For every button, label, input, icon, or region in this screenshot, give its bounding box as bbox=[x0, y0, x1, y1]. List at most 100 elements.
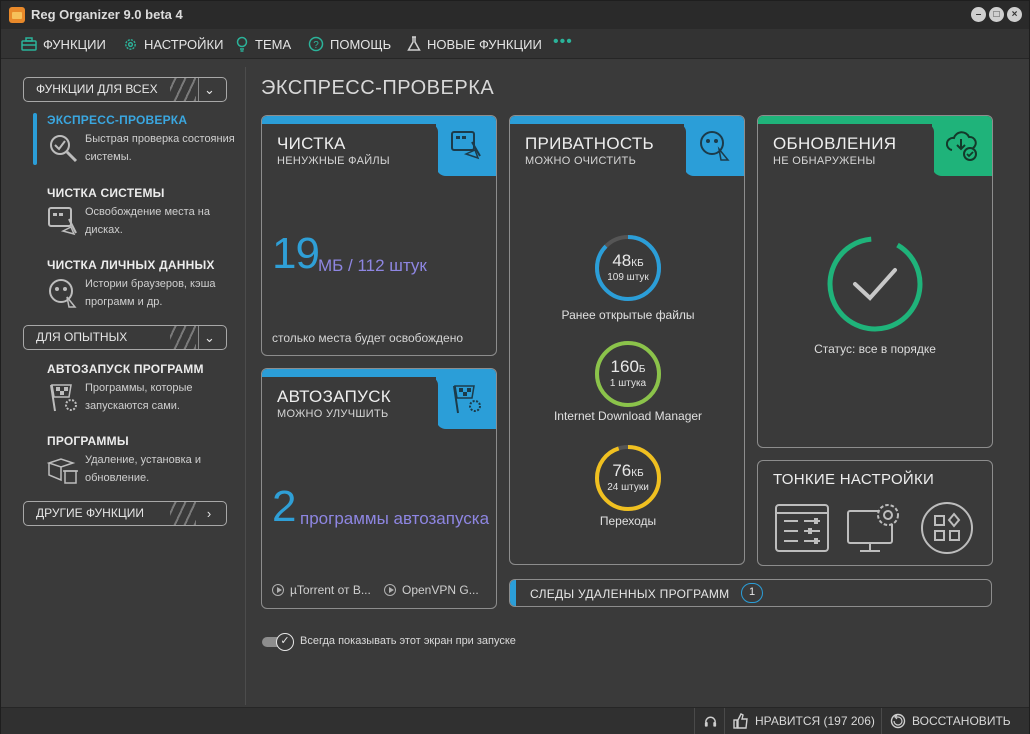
menu-help[interactable]: ? ПОМОЩЬ bbox=[308, 35, 391, 53]
menu-new-features[interactable]: НОВЫЕ ФУНКЦИИ bbox=[407, 35, 542, 53]
minimize-button[interactable]: – bbox=[971, 7, 986, 22]
status-ok-ring-icon bbox=[827, 236, 923, 332]
menu-theme[interactable]: ТЕМА bbox=[235, 35, 291, 53]
card-title: ОБНОВЛЕНИЯ bbox=[773, 134, 897, 153]
startup-app-name: µTorrent от B... bbox=[290, 583, 371, 597]
group-for-experts-label: ДЛЯ ОПЫТНЫХ bbox=[36, 330, 128, 344]
group-for-everyone-label: ФУНКЦИИ ДЛЯ ВСЕХ bbox=[36, 82, 158, 96]
sidebar-item-label: АВТОЗАПУСК ПРОГРАММ bbox=[47, 362, 204, 376]
card-tab bbox=[684, 116, 744, 176]
card-title: АВТОЗАПУСК bbox=[277, 387, 391, 406]
sidebar-item-desc: Освобождение места на дисках. bbox=[85, 206, 210, 236]
privacy-ring-recent-files[interactable]: 48КБ 109 штук bbox=[594, 234, 662, 302]
ring-value-unit: Б bbox=[638, 364, 646, 375]
card-accent-line bbox=[262, 369, 442, 377]
ring-value-number: 160 bbox=[610, 357, 639, 376]
startup-count-label: программы автозапуска bbox=[300, 509, 490, 528]
sidebar-item-label: ЧИСТКА ЛИЧНЫХ ДАННЫХ bbox=[47, 258, 215, 272]
flask-icon bbox=[407, 36, 421, 51]
ring-count: 1 штука bbox=[609, 378, 647, 389]
sidebar-item-label: ПРОГРАММЫ bbox=[47, 434, 129, 448]
startup-app-item[interactable]: µTorrent от B... bbox=[272, 583, 371, 597]
ring-value-unit: КБ bbox=[631, 258, 644, 269]
cleanup-note: столько места будет освобождено bbox=[272, 331, 464, 345]
headset-icon bbox=[704, 716, 717, 727]
monitor-gear-icon[interactable] bbox=[846, 501, 906, 555]
toolbox-icon bbox=[21, 37, 37, 51]
bulb-icon bbox=[236, 36, 248, 52]
race-flag-icon bbox=[453, 385, 481, 414]
card-tab bbox=[436, 369, 496, 429]
status-bar: НРАВИТСЯ (197 206) ВОССТАНОВИТЬ bbox=[1, 707, 1029, 734]
menu-functions-label: ФУНКЦИИ bbox=[43, 36, 106, 52]
sidebar-item-desc: Быстрая проверка состояния системы. bbox=[85, 133, 235, 163]
card-subtitle: НЕНУЖНЫЕ ФАЙЛЫ bbox=[277, 155, 390, 167]
leftovers-button[interactable]: СЛЕДЫ УДАЛЕННЫХ ПРОГРАММ 1 bbox=[509, 579, 992, 607]
tweaks-card[interactable]: ТОНКИЕ НАСТРОЙКИ bbox=[757, 460, 993, 566]
group-other-functions[interactable]: ДРУГИЕ ФУНКЦИИ › bbox=[23, 501, 227, 526]
card-title: ПРИВАТНОСТЬ bbox=[525, 134, 654, 153]
updates-card[interactable]: ОБНОВЛЕНИЯ НЕ ОБНАРУЖЕНЫ bbox=[757, 115, 993, 448]
cleanup-card[interactable]: ЧИСТКА НЕНУЖНЫЕ ФАЙЛЫ 19 МБ / 112 штук с… bbox=[261, 115, 497, 356]
group-for-experts[interactable]: ДЛЯ ОПЫТНЫХ ⌄ bbox=[23, 325, 227, 350]
ring-label: Ранее открытые файлы bbox=[561, 308, 695, 322]
race-flag-icon bbox=[50, 384, 77, 412]
app-logo-icon bbox=[9, 7, 25, 23]
ring-label: Переходы bbox=[599, 514, 657, 528]
restore-icon bbox=[890, 713, 906, 729]
card-subtitle: МОЖНО ОЧИСТИТЬ bbox=[525, 155, 637, 167]
card-title: ЧИСТКА bbox=[277, 134, 346, 153]
svg-text:?: ? bbox=[313, 40, 319, 51]
sidebar-item-system-cleanup[interactable]: ЧИСТКА СИСТЕМЫ Освобождение места на дис… bbox=[47, 186, 243, 244]
ring-count: 109 штук bbox=[607, 272, 649, 283]
cloud-download-check-icon bbox=[946, 131, 977, 161]
startup-card[interactable]: АВТОЗАПУСК МОЖНО УЛУЧШИТЬ 2 программы ав… bbox=[261, 368, 497, 609]
stripes-decoration bbox=[170, 326, 196, 349]
sidebar-item-programs[interactable]: ПРОГРАММЫ Удаление, установка и обновлен… bbox=[47, 434, 243, 492]
help-icon: ? bbox=[308, 36, 324, 52]
menu-functions[interactable]: ФУНКЦИИ bbox=[21, 35, 106, 53]
close-button[interactable]: × bbox=[1007, 7, 1022, 22]
play-circle-icon bbox=[384, 584, 396, 596]
sidebar-item-express-check[interactable]: ЭКСПРЕСС-ПРОВЕРКА Быстрая проверка состо… bbox=[47, 113, 243, 171]
card-accent-line bbox=[758, 116, 938, 124]
privacy-card[interactable]: ПРИВАТНОСТЬ МОЖНО ОЧИСТИТЬ 48КБ 109 штук… bbox=[509, 115, 745, 565]
cleanup-size-value: 19 bbox=[272, 229, 320, 278]
menu-settings-label: НАСТРОЙКИ bbox=[144, 36, 224, 52]
chevron-right-icon: › bbox=[206, 506, 212, 521]
stripes-decoration bbox=[170, 502, 196, 525]
active-indicator bbox=[33, 113, 37, 165]
group-for-everyone[interactable]: ФУНКЦИИ ДЛЯ ВСЕХ ⌄ bbox=[23, 77, 227, 102]
startup-app-item[interactable]: OpenVPN G... bbox=[384, 583, 479, 597]
broom-screen-icon bbox=[48, 207, 77, 236]
restore-label: ВОССТАНОВИТЬ bbox=[912, 714, 1011, 728]
leftovers-count-badge: 1 bbox=[741, 583, 763, 603]
sliders-panel-icon[interactable] bbox=[774, 503, 830, 553]
support-button[interactable] bbox=[694, 708, 724, 734]
privacy-ring-history[interactable]: 76КБ 24 штуки bbox=[594, 444, 662, 512]
chevron-down-icon: ⌄ bbox=[198, 78, 220, 101]
privacy-ring-idm[interactable]: 160Б 1 штука bbox=[594, 340, 662, 408]
ring-value: 48КБ bbox=[594, 251, 662, 271]
show-on-start-toggle[interactable]: ✓ bbox=[262, 633, 294, 651]
leftovers-label: СЛЕДЫ УДАЛЕННЫХ ПРОГРАММ bbox=[530, 587, 730, 601]
sidebar-item-desc: Удаление, установка и обновление. bbox=[85, 454, 201, 484]
sidebar-item-desc: Истории браузеров, кэша программ и др. bbox=[85, 278, 216, 308]
card-tab bbox=[436, 116, 496, 176]
maximize-button[interactable]: □ bbox=[989, 7, 1004, 22]
box-trash-icon bbox=[47, 458, 78, 484]
ring-count: 24 штуки bbox=[607, 482, 649, 493]
like-button[interactable]: НРАВИТСЯ (197 206) bbox=[724, 708, 879, 734]
restore-button[interactable]: ВОССТАНОВИТЬ bbox=[881, 708, 1029, 734]
ring-label: Internet Download Manager bbox=[553, 409, 703, 423]
menu-bar: ФУНКЦИИ НАСТРОЙКИ ТЕМА ? ПОМОЩЬ НОВЫЕ ФУ… bbox=[1, 29, 1029, 59]
menu-settings[interactable]: НАСТРОЙКИ bbox=[123, 35, 223, 53]
card-subtitle: НЕ ОБНАРУЖЕНЫ bbox=[773, 155, 876, 167]
card-title: ТОНКИЕ НАСТРОЙКИ bbox=[773, 471, 935, 488]
stripes-decoration bbox=[170, 78, 196, 101]
card-accent-line bbox=[510, 116, 690, 124]
sidebar-item-startup[interactable]: АВТОЗАПУСК ПРОГРАММ Программы, которые з… bbox=[47, 362, 243, 420]
sidebar-item-privacy-cleanup[interactable]: ЧИСТКА ЛИЧНЫХ ДАННЫХ Истории браузеров, … bbox=[47, 258, 243, 316]
more-menu-button[interactable]: ••• bbox=[553, 33, 573, 51]
apps-grid-icon[interactable] bbox=[920, 501, 974, 555]
